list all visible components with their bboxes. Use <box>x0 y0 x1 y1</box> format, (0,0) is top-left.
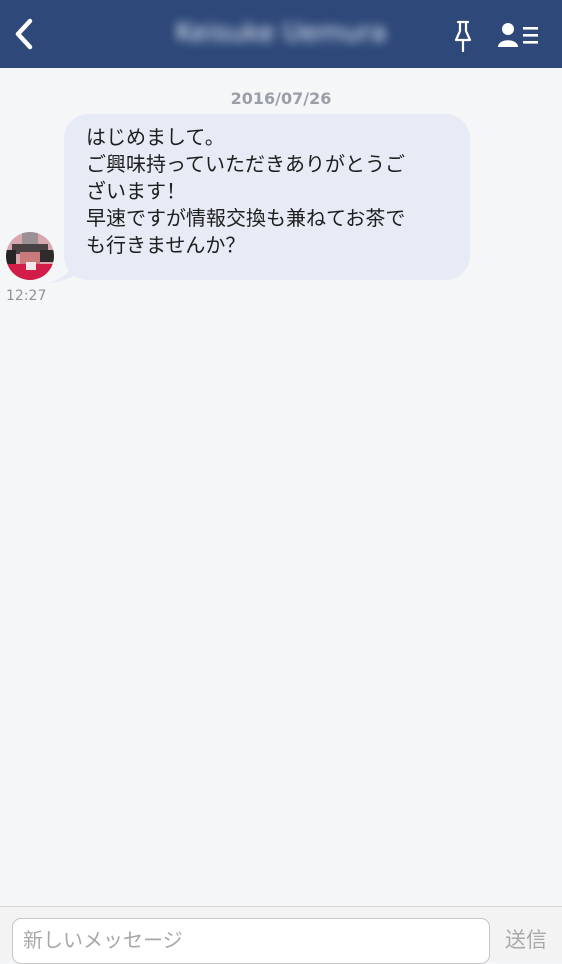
message-input[interactable] <box>12 918 490 964</box>
pin-button[interactable] <box>448 18 478 54</box>
chat-title: Keisuke Uemura <box>175 18 387 48</box>
chevron-left-icon <box>15 18 33 50</box>
message-timestamp: 12:27 <box>6 288 47 304</box>
message-bubble[interactable]: はじめまして。 ご興味持っていただきありがとうご ざいます！ 早速ですが情報交換… <box>64 114 470 280</box>
send-button[interactable]: 送信 <box>500 925 552 955</box>
message-line: も行きませんか？ <box>86 233 246 257</box>
message-list[interactable]: 2016/07/26 はじめまして。 ご興味持っていただきありがとうご ざいます… <box>0 68 562 906</box>
composer-bar: 送信 <box>0 906 562 964</box>
date-separator: 2016/07/26 <box>230 89 332 108</box>
profile-menu-button[interactable] <box>496 20 544 52</box>
pin-icon <box>454 20 472 53</box>
sender-avatar[interactable] <box>6 232 54 280</box>
message-line: 早速ですが情報交換も兼ねてお茶で <box>86 206 406 230</box>
back-button[interactable] <box>8 14 42 54</box>
message-line: はじめまして。 <box>86 125 225 149</box>
message-line: ご興味持っていただきありがとうご <box>86 152 405 176</box>
profile-list-icon <box>498 23 538 47</box>
header: Keisuke Uemura <box>0 0 562 68</box>
message-line: ざいます！ <box>86 179 186 203</box>
